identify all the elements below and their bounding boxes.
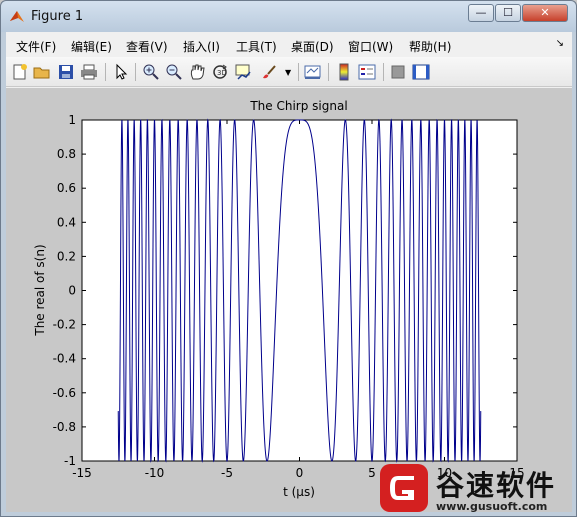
legend-icon[interactable] (358, 63, 376, 81)
y-axis-label: The real of s(n) (33, 244, 47, 336)
show-plot-tools-icon[interactable] (412, 63, 430, 81)
menu-overflow-icon[interactable]: ↘ (556, 38, 564, 49)
menu-desktop[interactable]: 桌面(D) (291, 38, 334, 55)
toolbar-separator (298, 63, 299, 81)
menu-tools[interactable]: 工具(T) (236, 38, 277, 55)
x-tick-label: 5 (368, 466, 376, 480)
toolbar-separator (383, 63, 384, 81)
x-tick-label: -15 (72, 466, 92, 480)
open-file-icon[interactable] (33, 63, 51, 81)
x-tick-label: -5 (221, 466, 233, 480)
toolbar-separator (328, 63, 329, 81)
toolbar-separator (135, 63, 136, 81)
y-tick-label: -0.4 (53, 352, 76, 366)
window-client: 文件(F) 编辑(E) 查看(V) 插入(I) 工具(T) 桌面(D) 窗口(W… (6, 32, 572, 512)
save-icon[interactable] (57, 63, 75, 81)
maximize-button[interactable]: ☐ (495, 4, 521, 22)
window-title: Figure 1 (31, 9, 84, 24)
print-icon[interactable] (80, 63, 98, 81)
figure-toolbar: 3D ▼ (6, 57, 572, 87)
y-tick-label: 1 (68, 113, 76, 127)
axes-box (81, 119, 518, 462)
y-tick-label: -0.2 (53, 318, 76, 332)
y-tick-label: 0.8 (57, 147, 76, 161)
new-figure-icon[interactable] (11, 63, 29, 81)
x-axis-label: t (μs) (283, 485, 315, 499)
rotate-3d-icon[interactable]: 3D (211, 63, 229, 81)
toolbar-separator (105, 63, 106, 81)
y-tick-label: 0.6 (57, 181, 76, 195)
watermark-logo-icon (380, 464, 428, 512)
data-cursor-icon[interactable] (234, 63, 252, 81)
y-tick-label: 0.4 (57, 215, 76, 229)
colorbar-icon[interactable] (335, 63, 353, 81)
zoom-out-icon[interactable] (165, 63, 183, 81)
figure-canvas[interactable]: The Chirp signal t (μs) The real of s(n)… (6, 88, 572, 512)
pointer-icon[interactable] (112, 63, 130, 81)
menu-view[interactable]: 查看(V) (126, 38, 168, 55)
menu-bar: 文件(F) 编辑(E) 查看(V) 插入(I) 工具(T) 桌面(D) 窗口(W… (6, 32, 572, 57)
zoom-in-icon[interactable] (142, 63, 160, 81)
y-tick-label: 0.2 (57, 249, 76, 263)
brush-icon[interactable] (260, 63, 278, 81)
y-tick-label: -0.8 (53, 420, 76, 434)
menu-file[interactable]: 文件(F) (16, 38, 56, 55)
y-tick-label: 0 (68, 284, 76, 298)
hide-plot-tools-icon[interactable] (389, 63, 407, 81)
menu-window[interactable]: 窗口(W) (348, 38, 393, 55)
title-bar[interactable]: Figure 1 — ☐ ✕ (1, 1, 576, 32)
watermark: 谷速软件 www.gusuoft.com (378, 462, 577, 517)
brush-dropdown-icon[interactable]: ▼ (285, 68, 291, 77)
y-tick-label: -1 (64, 454, 76, 468)
figure-window: Figure 1 — ☐ ✕ 文件(F) 编辑(E) 查看(V) 插入(I) 工… (0, 0, 577, 517)
matlab-icon (10, 11, 24, 22)
x-tick-label: -10 (145, 466, 165, 480)
minimize-button[interactable]: — (468, 4, 494, 22)
menu-help[interactable]: 帮助(H) (409, 38, 451, 55)
pan-hand-icon[interactable] (188, 63, 206, 81)
menu-edit[interactable]: 编辑(E) (71, 38, 112, 55)
svg-text:3D: 3D (217, 69, 227, 77)
link-plot-icon[interactable] (304, 63, 322, 81)
x-tick-label: 0 (296, 466, 304, 480)
watermark-url: www.gusuoft.com (436, 500, 548, 513)
chart-title: The Chirp signal (249, 99, 347, 113)
menu-insert[interactable]: 插入(I) (183, 38, 220, 55)
y-tick-label: -0.6 (53, 386, 76, 400)
close-button[interactable]: ✕ (522, 4, 568, 22)
plot-svg: The Chirp signal t (μs) The real of s(n)… (33, 99, 525, 499)
watermark-text: 谷速软件 (436, 469, 557, 502)
